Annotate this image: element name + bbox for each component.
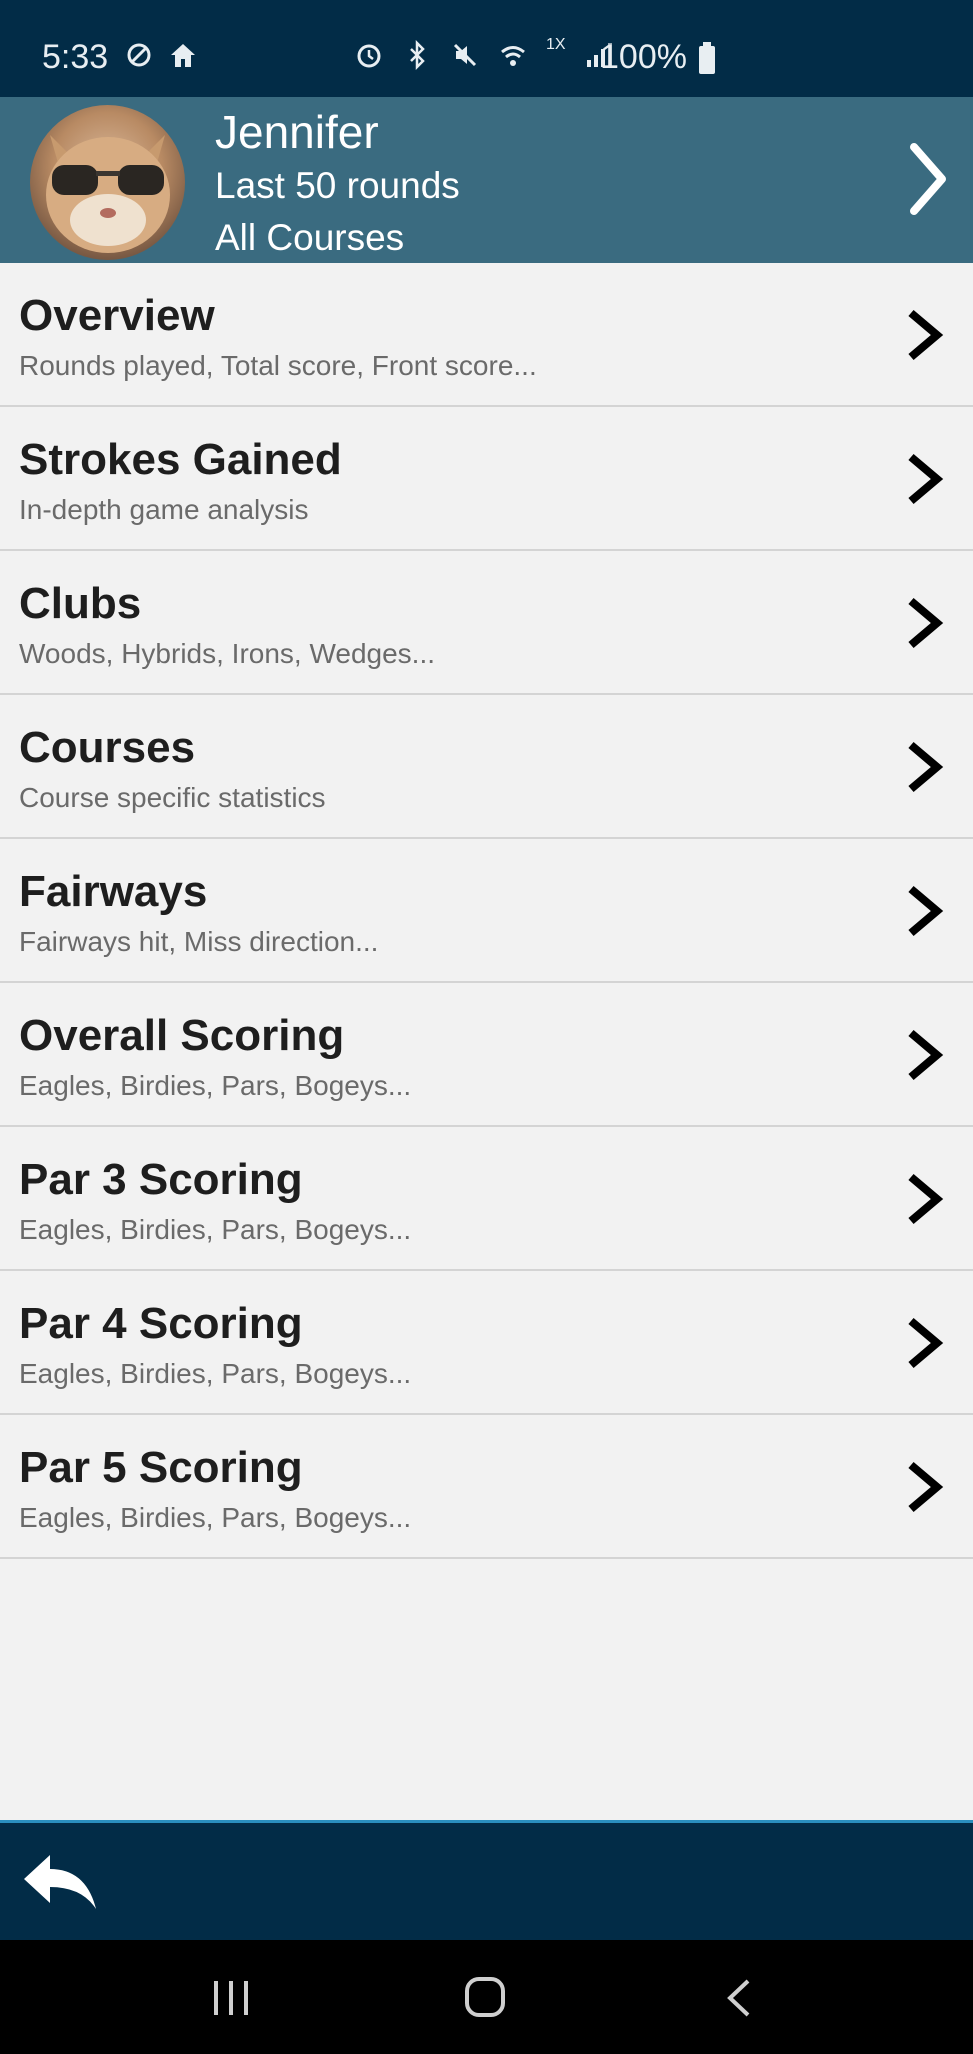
chevron-right-icon[interactable] xyxy=(908,143,948,215)
menu-item-subtitle: Rounds played, Total score, Front score.… xyxy=(19,350,537,381)
menu-item-title: Fairways xyxy=(19,867,208,916)
menu-item-fairways[interactable]: Fairways Fairways hit, Miss direction... xyxy=(0,839,973,983)
menu-item-par5-scoring[interactable]: Par 5 Scoring Eagles, Birdies, Pars, Bog… xyxy=(0,1415,973,1559)
menu-item-subtitle: Eagles, Birdies, Pars, Bogeys... xyxy=(19,1358,412,1389)
chevron-right-icon[interactable] xyxy=(905,1317,945,1369)
mute-icon xyxy=(453,43,477,67)
status-bar: 5:33 1X 100% xyxy=(0,0,973,97)
menu-item-title: Par 5 Scoring xyxy=(19,1443,303,1492)
menu-item-overall-scoring[interactable]: Overall Scoring Eagles, Birdies, Pars, B… xyxy=(0,983,973,1127)
profile-rounds-filter: Last 50 rounds xyxy=(215,165,460,206)
menu-item-subtitle: Fairways hit, Miss direction... xyxy=(19,926,379,957)
menu-item-strokes-gained[interactable]: Strokes Gained In-depth game analysis xyxy=(0,407,973,551)
chevron-right-icon[interactable] xyxy=(905,309,945,361)
chevron-right-icon[interactable] xyxy=(905,1029,945,1081)
chevron-right-icon[interactable] xyxy=(905,741,945,793)
chevron-right-icon[interactable] xyxy=(905,453,945,505)
menu-item-title: Overview xyxy=(19,291,215,340)
menu-item-overview[interactable]: Overview Rounds played, Total score, Fro… xyxy=(0,263,973,407)
menu-item-par3-scoring[interactable]: Par 3 Scoring Eagles, Birdies, Pars, Bog… xyxy=(0,1127,973,1271)
menu-item-title: Par 3 Scoring xyxy=(19,1155,303,1204)
battery-percent: 100% xyxy=(600,38,687,76)
menu-item-clubs[interactable]: Clubs Woods, Hybrids, Irons, Wedges... xyxy=(0,551,973,695)
menu-item-courses[interactable]: Courses Course specific statistics xyxy=(0,695,973,839)
menu-item-subtitle: In-depth game analysis xyxy=(19,494,309,525)
profile-header[interactable]: Jennifer Last 50 rounds All Courses xyxy=(0,97,973,263)
chevron-right-icon[interactable] xyxy=(905,1461,945,1513)
battery-icon xyxy=(698,41,715,74)
menu-item-par4-scoring[interactable]: Par 4 Scoring Eagles, Birdies, Pars, Bog… xyxy=(0,1271,973,1415)
menu-item-title: Courses xyxy=(19,723,196,772)
menu-item-subtitle: Eagles, Birdies, Pars, Bogeys... xyxy=(19,1502,412,1533)
chevron-right-icon[interactable] xyxy=(905,885,945,937)
chevron-right-icon[interactable] xyxy=(905,1173,945,1225)
avatar xyxy=(30,105,185,260)
avatar-cat-sunglasses-icon xyxy=(46,135,170,253)
status-time: 5:33 xyxy=(42,38,109,76)
profile-courses-filter: All Courses xyxy=(215,217,405,258)
menu-item-subtitle: Woods, Hybrids, Irons, Wedges... xyxy=(19,638,436,669)
menu-item-title: Clubs xyxy=(19,579,142,628)
alarm-icon xyxy=(357,44,381,68)
back-icon[interactable] xyxy=(724,1977,754,2019)
menu-item-subtitle: Eagles, Birdies, Pars, Bogeys... xyxy=(19,1214,412,1245)
chevron-right-icon[interactable] xyxy=(905,597,945,649)
menu-item-subtitle: Course specific statistics xyxy=(19,782,326,813)
bottom-app-bar xyxy=(0,1820,973,1940)
menu-item-title: Par 4 Scoring xyxy=(19,1299,303,1348)
home-status-icon xyxy=(171,44,195,67)
wifi-icon xyxy=(501,46,525,66)
menu-item-title: Strokes Gained xyxy=(19,435,342,484)
menu-item-title: Overall Scoring xyxy=(19,1011,345,1060)
recents-icon[interactable] xyxy=(210,1977,252,2019)
system-navigation-bar xyxy=(0,1940,973,2054)
reply-back-icon[interactable] xyxy=(20,1851,98,1913)
home-icon[interactable] xyxy=(463,1975,507,2019)
menu-item-subtitle: Eagles, Birdies, Pars, Bogeys... xyxy=(19,1070,412,1101)
profile-name: Jennifer xyxy=(215,106,379,158)
stats-menu-list: Overview Rounds played, Total score, Fro… xyxy=(0,263,973,1559)
bluetooth-icon xyxy=(410,40,425,70)
network-type-label: 1X xyxy=(546,36,566,53)
autorotate-icon xyxy=(127,43,151,67)
